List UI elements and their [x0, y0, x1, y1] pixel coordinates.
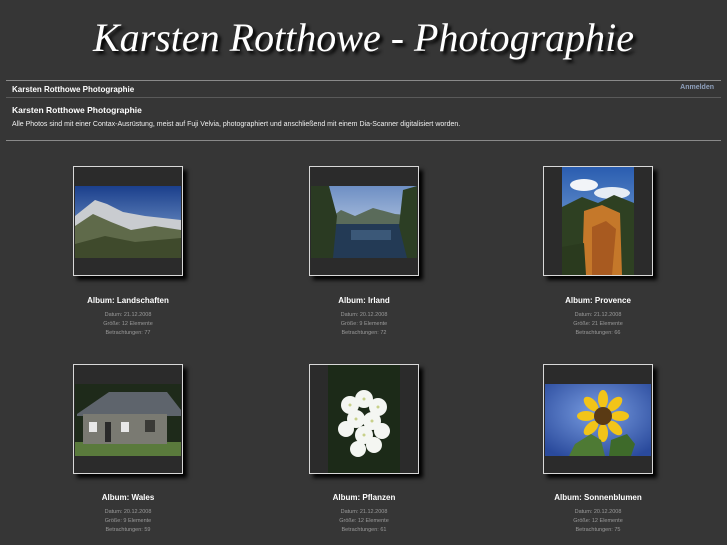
ochre-cliffs-photo: [562, 167, 634, 275]
album-meta: Datum: 20.12.2008 Größe: 9 Elemente Betr…: [28, 508, 228, 535]
album-date: Datum: 20.12.2008: [340, 312, 388, 318]
album-size: Größe: 12 Elemente: [103, 321, 153, 327]
album-views: Betrachtungen: 61: [341, 527, 387, 533]
album-thumbnail-sonnenblumen[interactable]: [543, 364, 653, 474]
divider: [6, 140, 721, 141]
gallery-description: Alle Photos sind mit einer Contax-Ausrüs…: [12, 121, 461, 128]
album-title[interactable]: Album: Irland: [264, 296, 464, 305]
album-title[interactable]: Album: Provence: [498, 296, 698, 305]
site-title: Karsten Rotthowe - Photographie: [92, 15, 635, 60]
album-views: Betrachtungen: 75: [575, 527, 621, 533]
stone-cottage-photo: [75, 384, 181, 456]
album-thumbnail-pflanzen[interactable]: [309, 364, 419, 474]
album-thumbnail-landschaften[interactable]: [73, 166, 183, 276]
album-date: Datum: 21.12.2008: [340, 509, 388, 515]
gallery-title: Karsten Rotthowe Photographie: [12, 105, 142, 115]
album-meta: Datum: 20.12.2008 Größe: 12 Elemente Bet…: [498, 508, 698, 535]
album-size: Größe: 9 Elemente: [340, 321, 388, 327]
album-thumbnail-provence[interactable]: [543, 166, 653, 276]
album-size: Größe: 12 Elemente: [339, 518, 389, 524]
album-meta: Datum: 21.12.2008 Größe: 12 Elemente Bet…: [28, 311, 228, 338]
album-date: Datum: 21.12.2008: [574, 312, 622, 318]
album-date: Datum: 20.12.2008: [574, 509, 622, 515]
login-link[interactable]: Anmelden: [680, 84, 714, 91]
album-meta: Datum: 20.12.2008 Größe: 9 Elemente Betr…: [264, 311, 464, 338]
album-title[interactable]: Album: Landschaften: [28, 296, 228, 305]
album-title[interactable]: Album: Wales: [28, 493, 228, 502]
album-size: Größe: 12 Elemente: [573, 518, 623, 524]
album-meta: Datum: 21.12.2008 Größe: 12 Elemente Bet…: [264, 508, 464, 535]
album-thumbnail-irland[interactable]: [309, 166, 419, 276]
breadcrumb[interactable]: Karsten Rotthowe Photographie: [12, 85, 134, 94]
album-views: Betrachtungen: 66: [575, 330, 621, 336]
album-title[interactable]: Album: Pflanzen: [264, 493, 464, 502]
album-views: Betrachtungen: 59: [105, 527, 151, 533]
album-thumbnail-wales[interactable]: [73, 364, 183, 474]
landscape-mountain-photo: [75, 186, 181, 258]
album-meta: Datum: 21.12.2008 Größe: 21 Elemente Bet…: [498, 311, 698, 338]
divider: [6, 97, 721, 98]
album-size: Größe: 21 Elemente: [573, 321, 623, 327]
album-size: Größe: 9 Elemente: [104, 518, 152, 524]
divider: [6, 80, 721, 81]
white-blossoms-photo: [328, 365, 400, 473]
album-views: Betrachtungen: 72: [341, 330, 387, 336]
album-views: Betrachtungen: 77: [105, 330, 151, 336]
album-date: Datum: 21.12.2008: [104, 312, 152, 318]
lake-landscape-photo: [311, 186, 417, 258]
album-title[interactable]: Album: Sonnenblumen: [498, 493, 698, 502]
album-date: Datum: 20.12.2008: [104, 509, 152, 515]
sunflower-photo: [545, 384, 651, 456]
